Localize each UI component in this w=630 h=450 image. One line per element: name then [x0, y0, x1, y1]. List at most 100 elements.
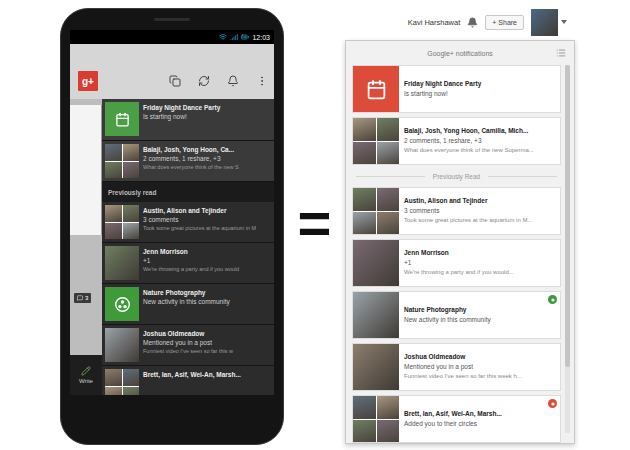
notification-title: Balaji, Josh, Yong Hoon, Ca... [143, 146, 239, 154]
comment-count[interactable]: 3 [74, 293, 91, 303]
avatar-photo [377, 118, 400, 141]
signal-icon [230, 33, 238, 41]
avatar-photo [353, 142, 376, 165]
notification-card[interactable]: Nature PhotographyNew activity in this c… [352, 291, 561, 339]
notification-subtitle: Mentioned you in a post [143, 339, 233, 347]
share-button[interactable]: + Share [485, 15, 524, 30]
panel-tool [556, 48, 566, 58]
notification-row[interactable]: Brett, Ian, Asif, Wei-An, Marsh... [102, 366, 274, 395]
notification-title: Joshua Oldmeadow [143, 330, 233, 338]
notification-title: Jenn Morrison [404, 249, 514, 257]
bell-icon[interactable] [467, 17, 478, 28]
avatar-photo [353, 420, 376, 443]
avatar-photo [105, 369, 122, 386]
group-photo [353, 188, 399, 234]
top-bar: Kavi Harshawat + Share [345, 6, 575, 38]
google-plus-logo[interactable]: g+ [78, 71, 98, 91]
phone-body: 3 Write Friday Night Dance PartyIs startin… [70, 99, 274, 395]
panel-title: Google+ notifications [427, 50, 493, 57]
page: 12:03 g+ 3 Write Friday Night Dance PartyIs … [0, 0, 630, 450]
equals-sign: = [284, 0, 345, 450]
panel-header: Google+ notifications [346, 41, 574, 65]
wifi-icon [219, 33, 227, 41]
avatar-photo [377, 188, 400, 211]
section-header: Previously Read [352, 169, 561, 183]
notification-card[interactable]: Jenn Morrison +1 We're throwing a party an… [352, 239, 561, 287]
notification-title: Joshua Oldmeadow [404, 353, 522, 361]
notification-row[interactable]: Balaji, Josh, Yong Hoon, Ca...2 comments… [102, 141, 274, 182]
group-photo [353, 396, 399, 442]
notification-snippet: We're throwing a party and if you would.… [404, 269, 514, 277]
scrollbar[interactable] [565, 65, 570, 433]
status-bar: 12:03 [70, 30, 274, 44]
notification-row[interactable]: Joshua OldmeadowMentioned you in a postF… [102, 325, 274, 366]
web-view: Kavi Harshawat + Share Google+ notificatio… [345, 0, 575, 450]
notification-card[interactable]: Brett, Ian, Asif, Wei-An, Marsh...Added … [352, 395, 561, 443]
list-icon[interactable] [556, 48, 566, 58]
notification-row[interactable]: Jenn Morrison+1We're throwing a party an… [102, 243, 274, 284]
notification-title: Brett, Ian, Asif, Wei-An, Marsh... [143, 371, 241, 379]
avatar-photo [105, 144, 122, 161]
notification-text: Jenn Morrison+1We're throwing a party an… [143, 246, 239, 273]
notification-subtitle: 3 comments [143, 216, 256, 224]
notification-subtitle: 3 comments [404, 207, 532, 215]
avatar-photo [123, 162, 140, 179]
phone-top [70, 9, 274, 30]
notification-title: Brett, Ian, Asif, Wei-An, Marsh... [404, 410, 502, 418]
notification-title: Jenn Morrison [143, 248, 239, 256]
avatar-photo [353, 188, 376, 211]
notification-subtitle: New activity in this community [404, 316, 491, 324]
notification-snippet: We're throwing a party and if you would [143, 266, 239, 273]
phone-screen: 12:03 g+ 3 Write Friday Night Dance PartyIs … [70, 30, 274, 395]
event-tile [353, 66, 399, 112]
avatar-photo [123, 369, 140, 386]
bell-icon[interactable] [227, 75, 239, 87]
refresh-icon[interactable] [198, 75, 210, 87]
notification-subtitle: New activity in this community [143, 298, 230, 306]
notification-text: Brett, Ian, Asif, Wei-An, Marsh...Added … [399, 396, 506, 442]
community-tile [105, 287, 139, 321]
notification-subtitle: Mentioned you in a post [404, 363, 522, 371]
divider [356, 176, 425, 177]
cards-icon[interactable] [169, 75, 181, 87]
notification-row[interactable]: Austin, Alison and Tejinder3 commentsToo… [102, 202, 274, 243]
notification-subtitle: +1 [404, 259, 514, 267]
battery-icon [241, 33, 249, 41]
avatar-photo [377, 396, 400, 419]
notification-text: Joshua OldmeadowMentioned you in a postF… [143, 328, 233, 355]
user-name[interactable]: Kavi Harshawat [408, 18, 461, 27]
notification-title: Austin, Alison and Tejinder [404, 197, 532, 205]
pencil-icon [81, 366, 91, 376]
notification-text: Friday Night Dance PartyIs starting now! [143, 102, 220, 121]
badge-icon [548, 295, 557, 304]
notification-snippet: What does everyone think of the new S [143, 164, 239, 171]
group-photo [105, 205, 139, 239]
status-time: 12:03 [252, 34, 270, 41]
avatar-photo [123, 387, 140, 396]
group-photo [353, 118, 399, 164]
stream-card [70, 105, 102, 235]
write-button[interactable]: Write [70, 355, 102, 395]
dropdown-icon[interactable] [561, 20, 567, 24]
notification-snippet: Funniest video I've seen so far this wee… [404, 373, 522, 381]
notification-text: Austin, Alison and Tejinder3 commentsToo… [143, 205, 256, 232]
avatar-photo [123, 205, 140, 222]
event-tile [105, 102, 139, 136]
more-icon[interactable] [256, 75, 268, 87]
calendar-icon [366, 79, 387, 100]
notification-subtitle: Is starting now! [404, 90, 481, 98]
speaker [154, 18, 190, 21]
notification-snippet: Took some great pictures at the aquarium… [404, 217, 532, 225]
group-photo [105, 369, 139, 395]
avatar-photo [353, 396, 376, 419]
notification-card[interactable]: Austin, Alison and Tejinder 3 comments Too… [352, 187, 561, 235]
avatar-photo [353, 240, 399, 286]
notification-card[interactable]: Balaji, Josh, Yong Hoon, Camilla, Mich..… [352, 117, 561, 165]
notification-row[interactable]: Friday Night Dance PartyIs starting now! [102, 99, 274, 141]
notification-card[interactable]: Friday Night Dance PartyIs starting now! [352, 65, 561, 113]
scroll-thumb[interactable] [565, 65, 570, 367]
avatar-photo[interactable] [531, 9, 558, 36]
action-bar: g+ [70, 44, 274, 99]
notification-row[interactable]: Nature PhotographyNew activity in this c… [102, 284, 274, 325]
notification-card[interactable]: Joshua Oldmeadow Mentioned you in a post F… [352, 343, 561, 391]
